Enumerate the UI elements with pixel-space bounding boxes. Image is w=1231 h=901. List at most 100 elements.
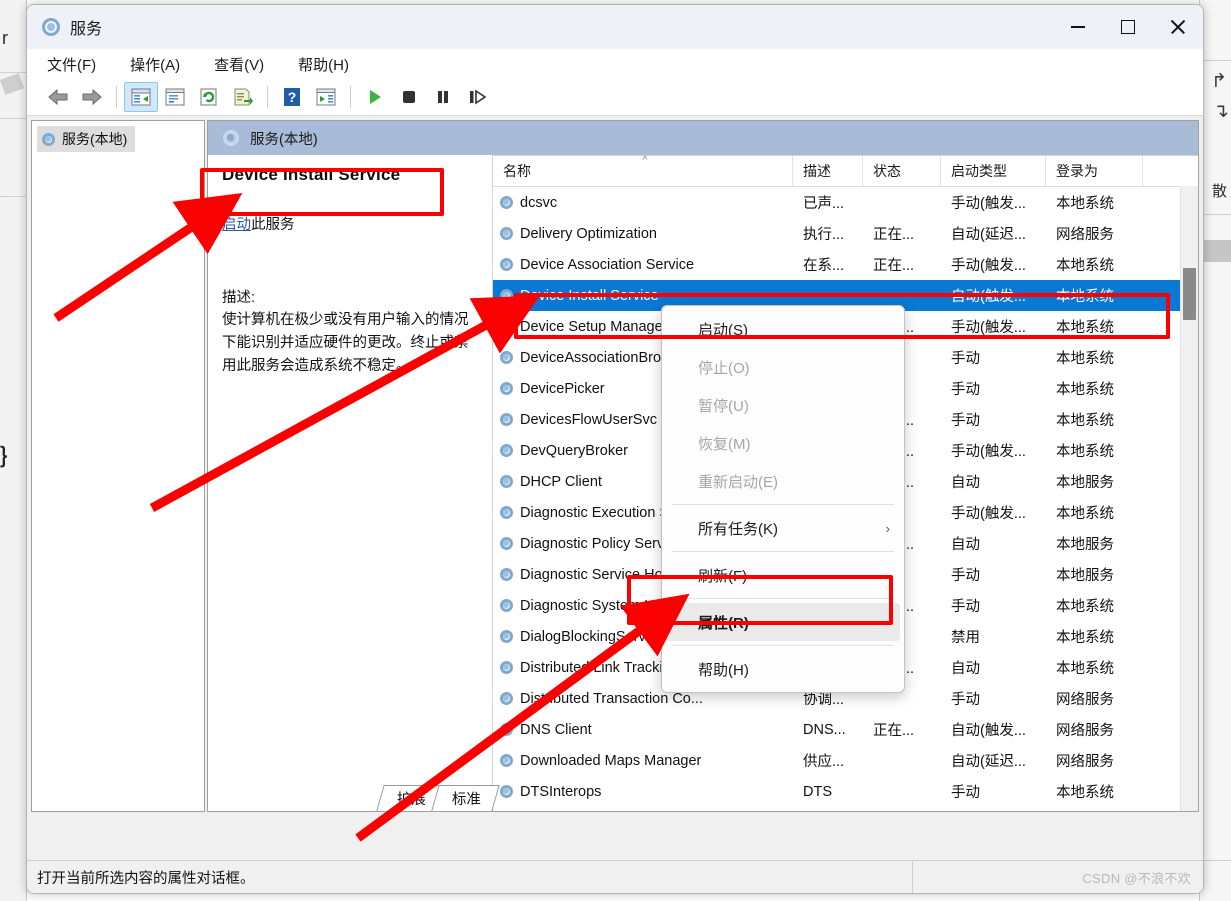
table-row[interactable]: Downloaded Maps Manager 供应... 自动(延迟... 网络服务 — [493, 745, 1198, 776]
caption-buttons — [1053, 5, 1203, 49]
cell-startup-type: 手动(触发... — [951, 506, 1026, 522]
minimize-button[interactable] — [1053, 5, 1103, 49]
watermark: CSDN @不浪不欢 — [1082, 871, 1191, 886]
restart-service-button[interactable] — [460, 82, 494, 112]
service-name-text: Device Setup Manager — [520, 318, 668, 335]
properties-window-button[interactable] — [158, 82, 192, 112]
column-filler — [1143, 156, 1198, 186]
cell-startup-type: 手动(触发... — [951, 320, 1026, 336]
table-row[interactable]: DNS Client DNS... 正在... 自动(触发... 网络服务 — [493, 714, 1198, 745]
console-tree-pane: 服务(本地) — [31, 120, 205, 812]
services-gear-icon — [499, 691, 514, 706]
start-service-button[interactable] — [358, 82, 392, 112]
tab-standard[interactable]: 标准 — [431, 785, 500, 811]
services-gear-icon — [499, 784, 514, 799]
menu-view[interactable]: 查看(V) — [210, 52, 268, 77]
cell-startup-type: 手动 — [951, 382, 980, 398]
background-text-left: r — [2, 28, 8, 48]
cell-service-name: DTSInterops — [493, 784, 793, 800]
refresh-button[interactable] — [192, 82, 226, 112]
service-action-line: 启动此服务 — [222, 213, 480, 234]
column-name[interactable]: ^ 名称 — [493, 156, 793, 186]
column-startup-type[interactable]: 启动类型 — [941, 156, 1046, 186]
pause-service-button[interactable] — [426, 82, 460, 112]
cell-description: DTS — [803, 783, 832, 800]
list-vertical-scrollbar[interactable] — [1180, 186, 1198, 811]
services-gear-icon — [499, 629, 514, 644]
table-row[interactable]: Delivery Optimization 执行... 正在... 自动(延迟... 网… — [493, 218, 1198, 249]
cell-startup-type: 手动 — [951, 599, 980, 615]
context-menu: 启动(S) 停止(O) 暂停(U) 恢复(M) 重新启动(E) 所有任务(K) › 刷新(F)… — [661, 305, 905, 693]
table-row[interactable]: DTSInterops DTS 手动 本地系统 — [493, 776, 1198, 807]
service-name-text: Diagnostic Policy Service — [520, 535, 683, 552]
ctx-stop-label: 停止(O) — [698, 359, 750, 377]
column-logon-as[interactable]: 登录为 — [1046, 156, 1143, 186]
cell-service-name: dcsvc — [493, 195, 793, 211]
service-name-text: Downloaded Maps Manager — [520, 752, 702, 769]
help-button[interactable]: ? — [275, 82, 309, 112]
ctx-properties[interactable]: 属性(R) — [666, 603, 900, 641]
ctx-restart-label: 重新启动(E) — [698, 473, 778, 491]
cell-service-name: Downloaded Maps Manager — [493, 753, 793, 769]
menu-file[interactable]: 文件(F) — [43, 52, 100, 77]
tab-standard-label: 标准 — [451, 792, 481, 808]
services-gear-icon — [41, 17, 61, 37]
cell-service-name: Device Install Service — [493, 288, 793, 304]
sidebar-item-services-local[interactable]: 服务(本地) — [37, 126, 136, 152]
maximize-button[interactable] — [1103, 5, 1153, 49]
list-column-headers: ^ 名称 描述 状态 启动类型 登录为 — [493, 156, 1198, 187]
description-text: 使计算机在极少或没有用户输入的情况下能识别并适应硬件的更改。终止或禁用此服务会造… — [222, 312, 469, 374]
table-row[interactable]: Device Association Service 在系... 正在... 手动(触… — [493, 249, 1198, 280]
ctx-help-label: 帮助(H) — [698, 661, 749, 679]
forward-button[interactable] — [75, 82, 109, 112]
cell-startup-type: 禁用 — [951, 630, 980, 646]
menu-bar: 文件(F) 操作(A) 查看(V) 帮助(H) — [27, 49, 1203, 79]
tab-extended-label: 扩展 — [396, 792, 426, 808]
service-name-text: DialogBlockingService — [520, 628, 665, 645]
background-divider-r2 — [1200, 214, 1231, 215]
menu-help[interactable]: 帮助(H) — [294, 52, 353, 77]
service-name-text: DeviceAssociationBroker — [520, 349, 682, 366]
services-gear-icon — [499, 474, 514, 489]
ctx-pause: 暂停(U) — [662, 386, 904, 424]
service-name-text: Device Association Service — [520, 256, 695, 273]
background-text-left-2: ｝ — [0, 445, 23, 470]
table-row[interactable]: dcsvc 已声... 手动(触发... 本地系统 — [493, 187, 1198, 218]
cell-startup-type: 手动 — [951, 351, 980, 367]
description-label: 描述: — [222, 290, 256, 306]
cell-logon-as: 本地系统 — [1056, 258, 1114, 274]
start-service-link[interactable]: 启动 — [222, 217, 251, 233]
cell-startup-type: 自动 — [951, 661, 980, 677]
back-button[interactable] — [41, 82, 75, 112]
export-list-button[interactable] — [226, 82, 260, 112]
scrollbar-thumb[interactable] — [1183, 268, 1196, 320]
svg-text:?: ? — [288, 89, 297, 105]
ctx-all-tasks[interactable]: 所有任务(K) › — [662, 509, 904, 547]
window-body: 服务(本地) 服务(本地) Device Install Service 启动此… — [27, 116, 1203, 893]
cell-startup-type: 手动 — [951, 568, 980, 584]
ctx-start[interactable]: 启动(S) — [662, 310, 904, 348]
cell-startup-type: 手动 — [951, 785, 980, 801]
service-name-text: DevicesFlowUserSvc — [520, 411, 657, 428]
close-button[interactable] — [1153, 5, 1203, 49]
services-gear-icon — [499, 536, 514, 551]
show-action-pane-button[interactable] — [309, 82, 343, 112]
service-name-text: Delivery Optimization — [520, 225, 657, 242]
service-name-text: Diagnostic Service Host — [520, 566, 674, 583]
cell-description: 供应... — [803, 754, 845, 770]
ctx-help[interactable]: 帮助(H) — [662, 650, 904, 688]
context-menu-separator — [672, 598, 894, 599]
background-arrow2-icon: ↴ — [1213, 101, 1229, 122]
column-status[interactable]: 状态 — [863, 156, 941, 186]
services-gear-icon — [499, 257, 514, 272]
show-hide-console-tree-button[interactable] — [124, 82, 158, 112]
ctx-refresh[interactable]: 刷新(F) — [662, 556, 904, 594]
column-description[interactable]: 描述 — [793, 156, 863, 186]
column-name-label: 名称 — [503, 163, 531, 179]
menu-action[interactable]: 操作(A) — [126, 52, 184, 77]
pane-header-title: 服务(本地) — [250, 131, 318, 148]
stop-service-button[interactable] — [392, 82, 426, 112]
ctx-start-label: 启动(S) — [698, 321, 748, 339]
services-gear-icon — [499, 412, 514, 427]
services-gear-icon — [499, 350, 514, 365]
